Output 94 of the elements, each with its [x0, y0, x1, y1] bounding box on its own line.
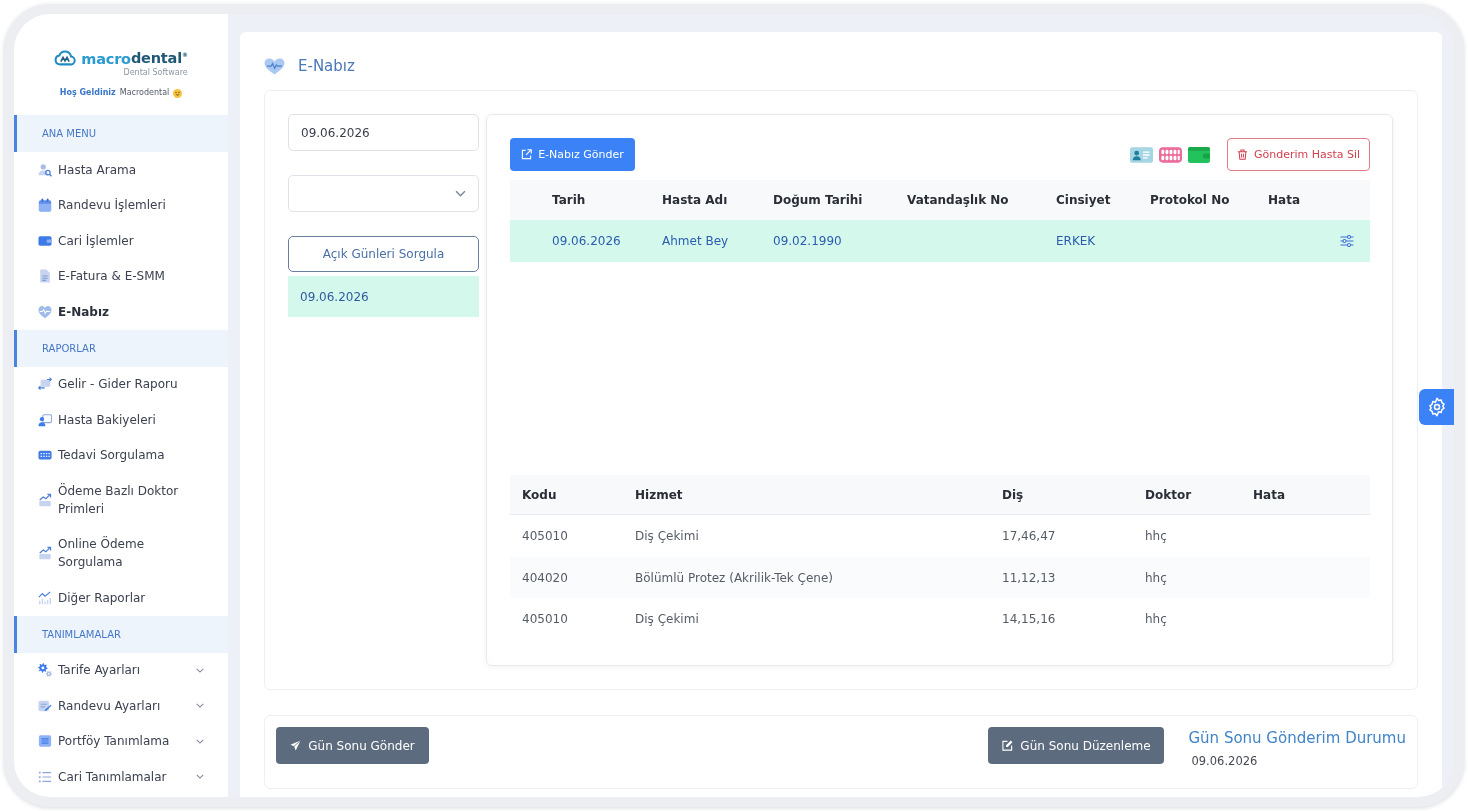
column-header: Hata: [1253, 487, 1285, 502]
sidebar-item[interactable]: Cari Tanımlamalar: [14, 759, 228, 795]
chevron-down-icon: [455, 190, 466, 197]
sidebar-item[interactable]: Tedavi Sorgulama: [14, 437, 228, 473]
list-box-icon: [38, 734, 52, 749]
greeting-text: Hoş Geldiniz: [59, 87, 116, 99]
sidebar-item[interactable]: Hasta Bakiyeleri: [14, 402, 228, 438]
column-header: Hasta Adı: [662, 193, 728, 207]
table-cell: 11,12,13: [1002, 570, 1056, 585]
chevron-down-icon[interactable]: [196, 667, 204, 673]
date-list-item[interactable]: 09.06.2026: [288, 276, 479, 317]
chart-icon: [38, 546, 52, 561]
sidebar-item[interactable]: Gelir - Gider Raporu: [14, 366, 228, 402]
table-cell: Bölümlü Protez (Akrilik-Tek Çene): [635, 570, 834, 585]
document-icon: [38, 269, 52, 284]
sidebar-item[interactable]: Portföy Tanımlama: [14, 723, 228, 759]
edit-day-button[interactable]: Gün Sonu Düzenleme: [988, 727, 1165, 764]
calendar-icon: [38, 198, 52, 213]
sidebar-item[interactable]: Diğer Raporlar: [14, 580, 228, 616]
section-header: TANIMLAMALAR: [14, 615, 228, 653]
column-header: Hata: [1268, 193, 1300, 207]
sidebar-item[interactable]: E-Nabız: [14, 294, 228, 330]
column-header: Protokol No: [1150, 193, 1230, 207]
paper-plane-icon: [290, 740, 302, 751]
line-chart-icon: [38, 590, 52, 605]
sidebar-item[interactable]: Hasta Arama: [14, 152, 228, 188]
logo-text: macrodental$^{®}$: [81, 49, 188, 68]
sidebar-item[interactable]: Online Ödeme Sorgulama: [14, 526, 228, 580]
column-header: Cinsiyet: [1056, 193, 1111, 207]
column-header: Doğum Tarihi: [773, 193, 863, 207]
external-link-icon: [521, 149, 533, 160]
heart-pulse-icon: [38, 304, 52, 319]
table-cell: hhç: [1145, 529, 1167, 543]
column-header: Vatandaşlık No: [907, 193, 1009, 207]
table-cell: 405010: [522, 529, 568, 543]
transfer-icon: [38, 377, 52, 392]
send-day-button[interactable]: Gün Sonu Gönder: [276, 727, 429, 764]
list-icon: [38, 769, 52, 784]
cloud-icon: [54, 48, 77, 66]
sidebar-item[interactable]: Randevu Ayarları: [14, 688, 228, 724]
query-button[interactable]: Açık Günleri Sorgula: [288, 236, 479, 272]
table-cell: Diş Çekimi: [635, 529, 699, 543]
table-row[interactable]: 09.06.2026 Ahmet Bey 09.02.1990 ERKEK: [510, 220, 1370, 262]
chevron-down-icon[interactable]: [196, 774, 204, 780]
date-field[interactable]: 09.06.2026: [288, 114, 479, 151]
page-title: E-Nabız: [298, 57, 355, 75]
table-cell: hhç: [1145, 570, 1167, 585]
id-card-icon[interactable]: [1130, 146, 1153, 163]
select-field[interactable]: [288, 175, 479, 212]
send-button[interactable]: E-Nabız Gönder: [510, 138, 635, 171]
heart-pulse-icon: [264, 57, 285, 75]
table-cell: Diş Çekimi: [635, 612, 699, 627]
table-cell: hhç: [1145, 612, 1167, 627]
table-cell: ERKEK: [1056, 234, 1096, 248]
column-header: Kodu: [522, 487, 557, 502]
sidebar-item[interactable]: Cari İşlemler: [14, 223, 228, 259]
table-cell: 405010: [522, 612, 568, 627]
sidebar-item[interactable]: E-Fatura & E-SMM: [14, 258, 228, 294]
chevron-down-icon[interactable]: [196, 703, 204, 709]
table-cell: Ahmet Bey: [662, 234, 729, 248]
status-date: 09.06.2026: [1191, 753, 1258, 769]
chart-icon: [38, 492, 52, 507]
table-cell: 09.02.1990: [773, 234, 842, 248]
section-header: ANA MENU: [14, 115, 228, 152]
tagline-text: Dental Software: [123, 68, 188, 78]
person-card-icon: [38, 412, 52, 427]
column-header: Diş: [1002, 487, 1024, 502]
gears-icon: [38, 663, 52, 678]
section-header: RAPORLAR: [14, 329, 228, 367]
table-cell: 404020: [522, 570, 568, 585]
table-cell: 09.06.2026: [552, 234, 621, 248]
trash-icon: [1236, 149, 1248, 160]
edit-icon: [1002, 740, 1014, 751]
user-name-text: Macrodental: [119, 87, 170, 99]
table-cell: 17,46,47: [1002, 529, 1056, 543]
calendar-edit-icon: [38, 698, 52, 713]
table-cell: 14,15,16: [1002, 612, 1056, 627]
delete-button[interactable]: Gönderim Hasta Sil: [1227, 138, 1370, 171]
column-header: Tarih: [552, 193, 586, 207]
teeth-icon[interactable]: [1159, 146, 1182, 163]
column-header: Hizmet: [635, 487, 683, 502]
settings-icon: [1426, 397, 1447, 417]
status-title: Gün Sonu Gönderim Durumu: [1188, 728, 1406, 749]
settings-button[interactable]: [1419, 389, 1454, 425]
wallet-icon[interactable]: [1188, 146, 1210, 163]
chevron-down-icon[interactable]: [196, 738, 204, 744]
smiley-icon: [173, 88, 183, 98]
column-header: Doktor: [1145, 487, 1192, 502]
sidebar-item[interactable]: Tarife Ayarları: [14, 652, 228, 688]
sidebar-item[interactable]: Ödeme Bazlı Doktor Primleri: [14, 473, 228, 527]
sliders-icon[interactable]: [1340, 235, 1354, 247]
sidebar-item[interactable]: Randevu İşlemleri: [14, 187, 228, 223]
person-search-icon: [38, 162, 52, 177]
wallet-icon: [38, 233, 52, 248]
